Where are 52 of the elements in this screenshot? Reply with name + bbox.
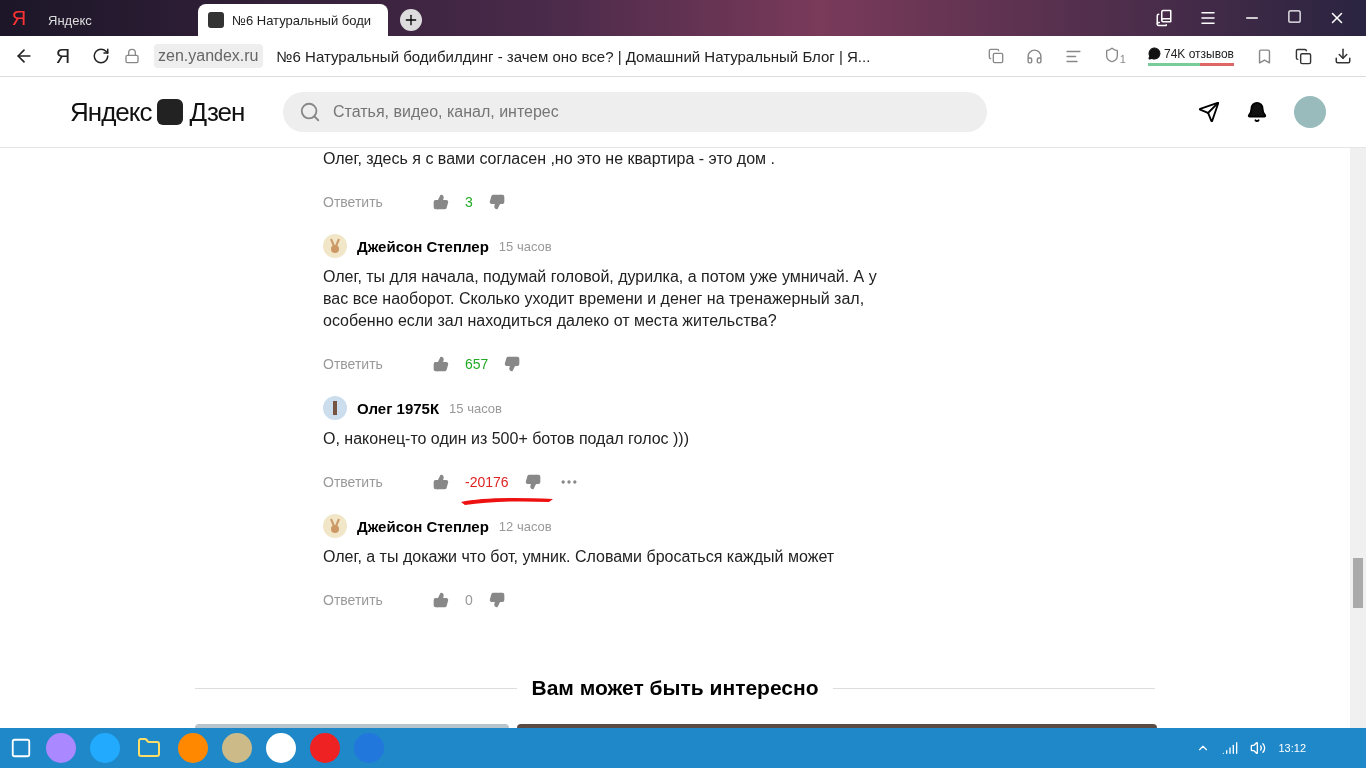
user-avatar[interactable] [1294, 96, 1326, 128]
site-logo[interactable]: Яндекс Дзен [70, 96, 283, 128]
browser-tab[interactable]: №6 Натуральный боди [198, 4, 388, 36]
vote-score: 0 [464, 592, 474, 608]
comment-time: 15 часов [449, 400, 502, 416]
thumbs-down-icon[interactable] [488, 194, 505, 210]
scroll-thumb[interactable] [1353, 558, 1363, 608]
author-name[interactable]: Джейсон Степлер [357, 237, 489, 255]
add-tab-icon[interactable] [987, 48, 1004, 64]
browser-logo[interactable]: Я [0, 6, 38, 30]
home-button[interactable]: Я [48, 44, 78, 68]
comment-text: Олег, ты для начала, подумай головой, дурилка, а потом уже умничай. А у вас все наоборот. Сколько уходит времени и денег на тренажерный зал, особенно если зал находиться далеко от места жительства? [323, 267, 878, 331]
comment-time: 15 часов [498, 238, 552, 254]
thumbs-up-icon[interactable] [433, 474, 449, 490]
speech-bubble-icon [1148, 47, 1161, 60]
vote-score: -20176 [464, 474, 510, 490]
volume-icon[interactable] [1250, 740, 1267, 756]
reviews-button[interactable]: 74K отзывов [1148, 46, 1234, 66]
send-icon[interactable] [1198, 101, 1220, 123]
collections-icon[interactable] [1155, 9, 1173, 27]
reload-icon[interactable] [92, 47, 110, 65]
lock-icon [124, 48, 140, 64]
start-icon[interactable] [10, 737, 32, 759]
vote-score: 657 [464, 356, 490, 372]
comment-text: Олег, а ты докажи что бот, умник. Словами бросаться каждый может [323, 547, 836, 567]
menu-icon[interactable] [1199, 9, 1217, 27]
author-name[interactable]: Олег 1975К [357, 399, 440, 417]
thumbs-up-icon[interactable] [433, 194, 449, 210]
thumbs-up-icon[interactable] [433, 356, 449, 372]
thumbs-up-icon[interactable] [433, 592, 449, 608]
author-name[interactable]: Джейсон Степлер [357, 517, 489, 535]
extension-icon[interactable] [1295, 47, 1312, 65]
app-icon[interactable] [222, 733, 252, 763]
signal-icon[interactable] [1222, 740, 1239, 756]
search-icon[interactable] [299, 101, 321, 123]
comment-text: О, наконец-то один из 500+ ботов подал голос ))) [323, 429, 690, 449]
comment-time: 12 часов [498, 518, 552, 534]
thumbs-down-icon[interactable] [524, 474, 541, 490]
thumbs-down-icon[interactable] [504, 356, 521, 372]
section-title: Вам может быть интересно [531, 676, 819, 700]
thumbs-down-icon[interactable] [488, 592, 505, 608]
download-icon[interactable] [1334, 47, 1352, 65]
browser-tab[interactable]: Яндекс [38, 4, 198, 36]
restore-icon[interactable] [1287, 9, 1302, 24]
headphones-icon[interactable] [1025, 47, 1043, 65]
comment-text: Олег, здесь я с вами согласен ,но это не квартира - это дом . [323, 149, 776, 169]
vote-score: 3 [464, 194, 474, 210]
bell-icon[interactable] [1246, 101, 1268, 123]
address-url[interactable]: zen.yandex.ru [154, 44, 263, 68]
bookmark-icon[interactable] [1256, 47, 1273, 65]
clock[interactable]: 13:12 [1278, 742, 1306, 754]
page-title: №6 Натуральный бодибилдинг - зачем оно все? | Домашний Натуральный Блог | Я... [276, 47, 871, 65]
